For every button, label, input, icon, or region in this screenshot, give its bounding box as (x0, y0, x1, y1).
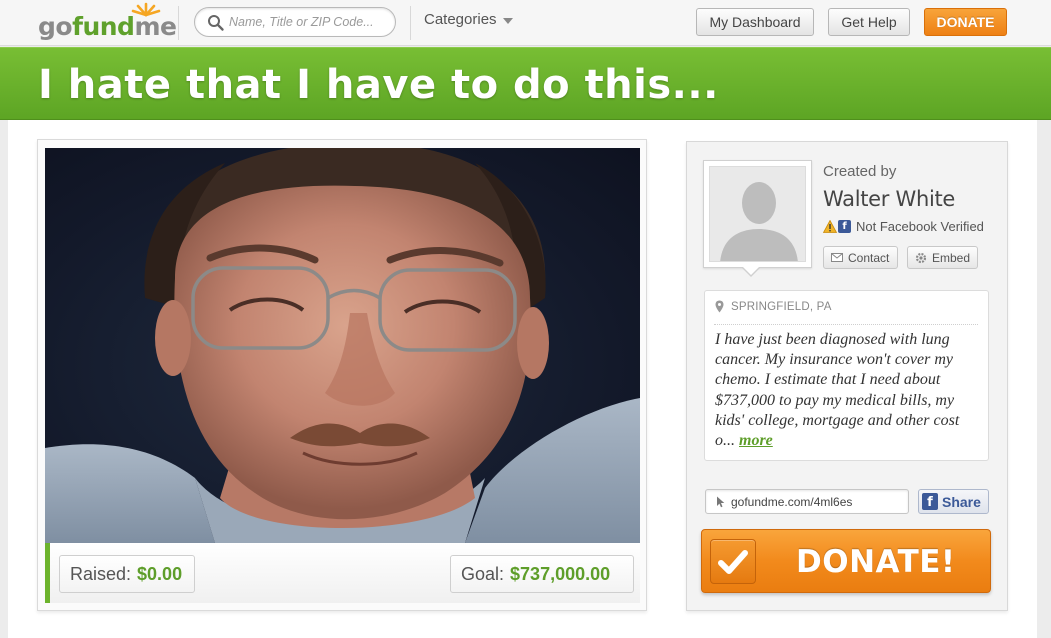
campaign-url: gofundme.com/4ml6es (731, 494, 853, 509)
avatar (709, 166, 806, 262)
verification-status: f Not Facebook Verified (823, 219, 984, 234)
get-help-button[interactable]: Get Help (828, 8, 910, 36)
creator-name[interactable]: Walter White (823, 187, 955, 211)
embed-button[interactable]: Embed (907, 246, 978, 269)
campaign-photo[interactable] (45, 148, 640, 543)
gofundme-logo[interactable]: gofundme (38, 2, 177, 42)
campaign-banner: I hate that I have to do this... (0, 47, 1051, 120)
campaign-title: I hate that I have to do this... (38, 62, 719, 108)
verification-label: Not Facebook Verified (856, 219, 984, 234)
share-label: Share (942, 493, 981, 510)
avatar-pointer (743, 267, 759, 275)
donate-button-label: DONATE! (796, 544, 956, 580)
creator-avatar-frame[interactable] (703, 160, 812, 268)
goal-box: Goal: $737,000.00 (450, 555, 634, 593)
campaign-url-field[interactable]: gofundme.com/4ml6es (705, 489, 909, 514)
sun-logo-icon (131, 2, 161, 17)
categories-dropdown[interactable]: Categories (424, 11, 513, 28)
search-icon (208, 15, 224, 31)
facebook-icon: f (922, 493, 938, 510)
checkmark-icon (710, 539, 756, 584)
goal-label: Goal: (461, 563, 505, 584)
campaign-story: I have just been diagnosed with lung can… (715, 330, 983, 451)
location-label: SPRINGFIELD, PA (731, 300, 832, 313)
goal-value: $737,000.00 (510, 563, 611, 584)
cursor-icon (717, 496, 725, 507)
envelope-icon (831, 253, 843, 262)
person-silhouette-icon (720, 182, 798, 261)
donate-nav-button[interactable]: DONATE (924, 8, 1007, 36)
more-link[interactable]: more (739, 432, 773, 449)
contact-button[interactable]: Contact (823, 246, 898, 269)
raised-box: Raised: $0.00 (59, 555, 195, 593)
nav-divider (178, 6, 179, 40)
divider (714, 324, 978, 325)
top-nav: gofundme Categories My Dashboard Get Hel… (0, 0, 1051, 46)
my-dashboard-button[interactable]: My Dashboard (696, 8, 814, 36)
donate-button[interactable]: DONATE! (701, 529, 991, 593)
map-pin-icon (715, 300, 724, 313)
contact-label: Contact (848, 250, 890, 265)
gear-icon (915, 252, 927, 263)
raised-label: Raised: (70, 563, 132, 584)
embed-label: Embed (931, 250, 970, 265)
facebook-share-button[interactable]: f Share (918, 489, 989, 514)
created-by-label: Created by (823, 163, 897, 180)
raised-value: $0.00 (137, 563, 183, 584)
nav-divider (410, 6, 411, 40)
campaign-photo-image (45, 148, 640, 543)
search-input[interactable] (229, 9, 389, 35)
categories-label: Categories (424, 11, 497, 28)
facebook-icon: f (838, 220, 851, 233)
search-box[interactable] (194, 7, 396, 37)
warning-icon (823, 220, 837, 233)
chevron-down-icon (502, 17, 513, 24)
funding-stats-bar: Raised: $0.00 Goal: $737,000.00 (45, 543, 640, 603)
location: SPRINGFIELD, PA (715, 300, 832, 313)
